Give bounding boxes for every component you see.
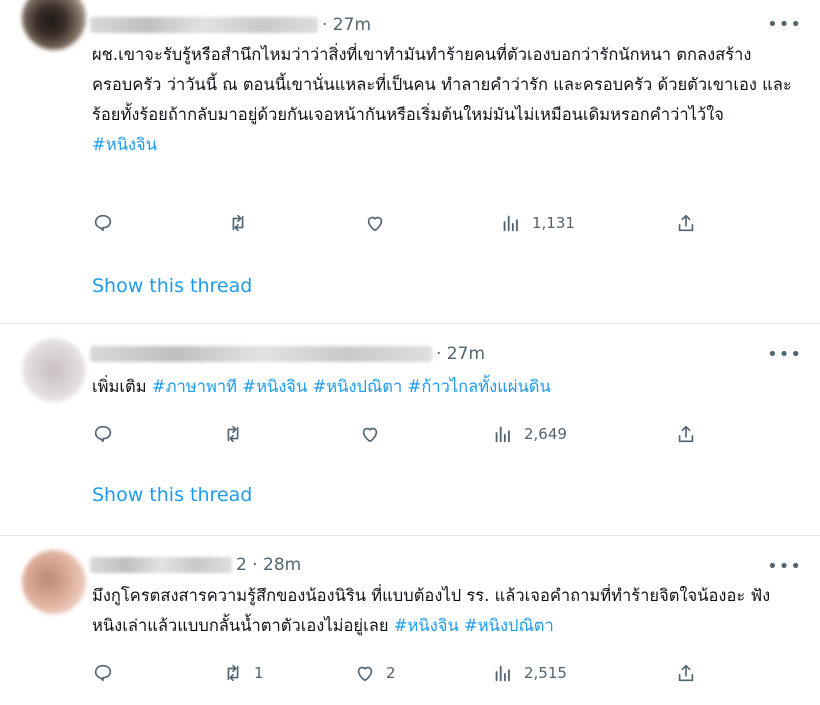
retweet-icon: [227, 664, 239, 682]
like-button[interactable]: [359, 420, 391, 448]
user-name-blurred[interactable]: [90, 346, 432, 362]
user-name-blurred[interactable]: [90, 557, 232, 573]
retweet-icon: [227, 425, 239, 443]
tweet[interactable]: 2 · 28m ••• มึงกูโครตสงสารความรู้สึกของน…: [0, 536, 820, 705]
avatar[interactable]: [22, 338, 86, 402]
show-thread-link[interactable]: Show this thread: [92, 275, 252, 297]
avatar[interactable]: [22, 0, 86, 50]
tweet-actions: 2,649: [92, 420, 712, 448]
like-icon: [362, 427, 378, 443]
views-button[interactable]: 1,131: [500, 209, 575, 237]
tweet-actions: 1 2 2,515: [92, 659, 712, 687]
hashtag-link[interactable]: #หนิงจิน: [92, 135, 157, 154]
tweet-header: 2 · 28m: [90, 552, 301, 578]
tweet-text: ผช.เขาจะรับรู้หรือสำนึกไหมว่าว่าสิ่งที่เ…: [92, 40, 792, 160]
more-icon[interactable]: •••: [767, 14, 802, 35]
reply-icon: [94, 425, 112, 443]
tweet-text: เพิ่มเติม #ภาษาพาที #หนิงจิน #หนิงปณิตา …: [92, 372, 792, 402]
reply-button[interactable]: [92, 209, 124, 237]
like-button[interactable]: 2: [354, 659, 396, 687]
hashtag-link[interactable]: #ภาษาพาที #หนิงจิน #หนิงปณิตา #ก้าวไกลทั…: [152, 377, 551, 396]
tweet-header: · 27m: [90, 12, 371, 38]
show-thread-link[interactable]: Show this thread: [92, 484, 252, 506]
views-button[interactable]: 2,649: [492, 420, 567, 448]
user-name-blurred[interactable]: [90, 17, 318, 33]
retweet-count: 1: [254, 664, 264, 682]
share-icon: [678, 664, 694, 682]
tweet-body: ผช.เขาจะรับรู้หรือสำนึกไหมว่าว่าสิ่งที่เ…: [92, 45, 792, 124]
tweet-time[interactable]: · 27m: [436, 344, 485, 364]
views-icon: [503, 215, 518, 232]
like-button[interactable]: [364, 209, 396, 237]
retweet-button[interactable]: 1: [222, 659, 264, 687]
retweet-button[interactable]: [227, 209, 259, 237]
views-icon: [495, 665, 510, 682]
share-button[interactable]: [675, 659, 697, 687]
views-button[interactable]: 2,515: [492, 659, 567, 687]
retweet-button[interactable]: [222, 420, 254, 448]
views-count: 1,131: [532, 214, 575, 232]
share-icon: [678, 214, 694, 232]
tweet-time[interactable]: · 27m: [322, 15, 371, 35]
reply-icon: [94, 664, 112, 682]
reply-button[interactable]: [92, 659, 124, 687]
views-icon: [495, 426, 510, 443]
reply-icon: [94, 214, 112, 232]
tweet-header: · 27m: [90, 341, 485, 367]
tweet-body: เพิ่มเติม: [92, 377, 147, 396]
share-icon: [678, 425, 694, 443]
share-button[interactable]: [675, 209, 697, 237]
tweet[interactable]: · 27m ••• ผช.เขาจะรับรู้หรือสำนึกไหมว่าว…: [0, 0, 820, 323]
tweet-actions: 1,131: [92, 209, 712, 237]
tweet-text: มึงกูโครตสงสารความรู้สึกของน้องนิริน ที่…: [92, 581, 792, 641]
tweet-time[interactable]: 2 · 28m: [236, 555, 301, 575]
like-count: 2: [386, 664, 396, 682]
views-count: 2,649: [524, 425, 567, 443]
avatar[interactable]: [22, 550, 86, 614]
like-icon: [357, 666, 373, 682]
views-count: 2,515: [524, 664, 567, 682]
reply-button[interactable]: [92, 420, 124, 448]
more-icon[interactable]: •••: [767, 344, 802, 365]
retweet-icon: [232, 214, 244, 232]
hashtag-link[interactable]: #หนิงจิน #หนิงปณิตา: [394, 616, 554, 635]
more-icon[interactable]: •••: [767, 556, 802, 577]
like-icon: [367, 216, 383, 232]
share-button[interactable]: [675, 420, 697, 448]
tweet[interactable]: · 27m ••• เพิ่มเติม #ภาษาพาที #หนิงจิน #…: [0, 324, 820, 535]
